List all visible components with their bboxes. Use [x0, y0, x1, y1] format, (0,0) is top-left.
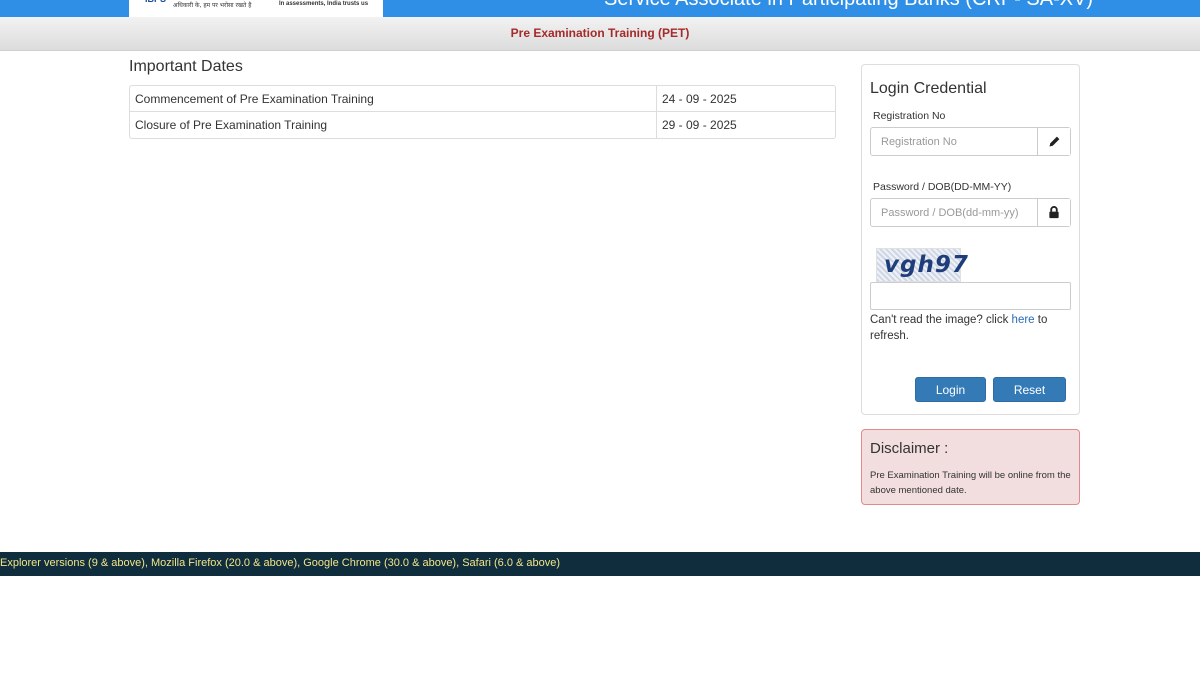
registration-group	[870, 127, 1071, 156]
login-panel: Login Credential Registration No Passwor…	[861, 64, 1080, 415]
logo-tagline-english: In assessments, India trusts us	[279, 1, 369, 7]
captcha-text: vgh97	[884, 252, 969, 278]
login-title: Login Credential	[870, 80, 987, 97]
password-group	[870, 198, 1071, 227]
subheader-bar: Pre Examination Training (PET)	[0, 17, 1200, 51]
table-row: Commencement of Pre Examination Training…	[130, 86, 835, 112]
disclaimer-text: Pre Examination Training will be online …	[870, 470, 1071, 496]
captcha-help: Can't read the image? click here to refr…	[870, 312, 1070, 344]
important-dates-heading: Important Dates	[129, 58, 243, 75]
password-input[interactable]	[871, 199, 1037, 226]
date-value: 24 - 09 - 2025	[662, 92, 737, 106]
captcha-help-prefix: Can't read the image? click	[870, 314, 1012, 326]
captcha-image: vgh97	[876, 248, 968, 282]
captcha-refresh-link[interactable]: here	[1012, 314, 1035, 326]
ibps-emblem-icon: IBPS	[145, 0, 166, 8]
registration-input[interactable]	[871, 128, 1037, 155]
registration-label: Registration No	[873, 110, 946, 122]
date-label: Closure of Pre Examination Training	[130, 112, 657, 138]
important-dates-table: Commencement of Pre Examination Training…	[129, 85, 836, 139]
reset-button[interactable]: Reset	[993, 377, 1066, 402]
date-value: 29 - 09 - 2025	[662, 118, 737, 132]
pencil-icon	[1037, 128, 1070, 155]
logo-tagline-hindi: अधिकारी के, हम पर भरोसा रखते है	[173, 2, 252, 9]
top-header: IBPS अधिकारी के, हम पर भरोसा रखते है In …	[0, 0, 1200, 17]
logo: IBPS अधिकारी के, हम पर भरोसा रखते है In …	[129, 0, 383, 17]
disclaimer-box: Disclaimer : Pre Examination Training wi…	[861, 429, 1080, 505]
password-label: Password / DOB(DD-MM-YY)	[873, 181, 1012, 193]
footer: Explorer versions (9 & above), Mozilla F…	[0, 552, 1200, 576]
header-title: Service Associate in Participating Banks…	[604, 0, 1093, 11]
page-title: Pre Examination Training (PET)	[510, 26, 690, 40]
browser-support-text: Explorer versions (9 & above), Mozilla F…	[0, 557, 561, 569]
date-label: Commencement of Pre Examination Training	[130, 86, 657, 111]
captcha-input[interactable]	[870, 282, 1071, 310]
lock-icon	[1037, 199, 1070, 226]
disclaimer-title: Disclaimer :	[870, 440, 949, 457]
login-button[interactable]: Login	[915, 377, 986, 402]
table-row: Closure of Pre Examination Training 29 -…	[130, 112, 835, 138]
